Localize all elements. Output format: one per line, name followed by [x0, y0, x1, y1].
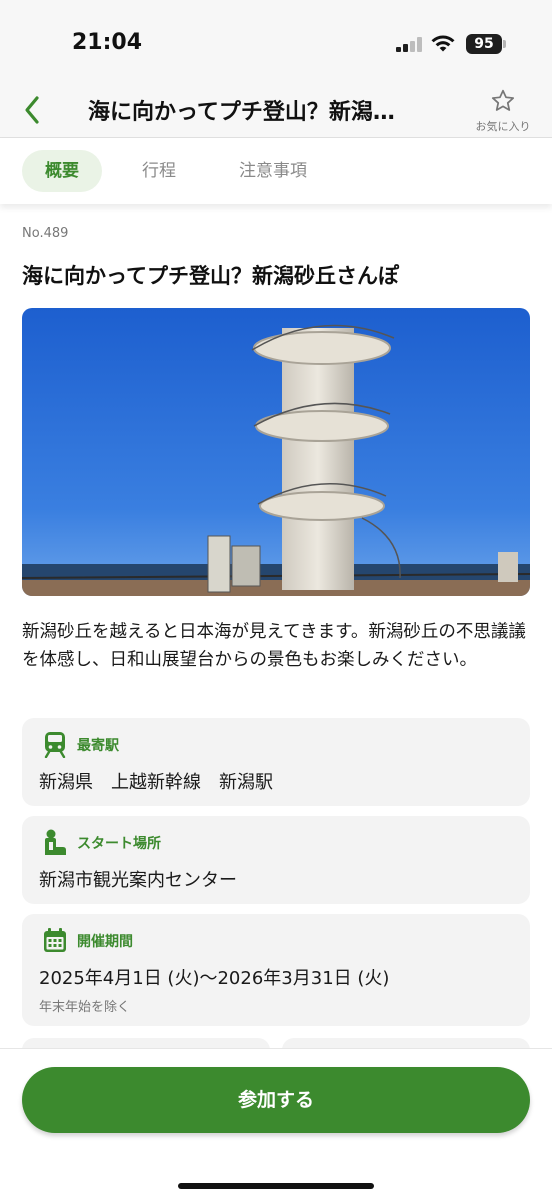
train-icon	[44, 732, 66, 758]
nearest-station-card: 最寄駅 新潟県 上越新幹線 新潟駅	[22, 718, 530, 806]
tab-notes[interactable]: 注意事項	[226, 150, 320, 192]
battery-indicator: 95	[466, 34, 502, 54]
event-period-card: 開催期間 2025年4月1日 (火)～2026年3月31日 (火) 年末年始を除…	[22, 914, 530, 1026]
battery-tip	[503, 40, 506, 48]
route-title: 海に向かってプチ登山？新潟砂丘さんぽ	[22, 264, 399, 288]
favorite-button[interactable]: お気に入り	[470, 88, 536, 134]
calendar-icon	[44, 928, 66, 952]
route-number: No.489	[22, 226, 69, 241]
status-time: 21:04	[72, 30, 143, 55]
walker-icon	[45, 829, 66, 855]
tab-bar: 概要 行程 注意事項	[0, 138, 552, 204]
bottom-action-bar: 参加する	[0, 1048, 552, 1200]
home-indicator	[178, 1183, 374, 1189]
start-label: スタート場所	[77, 836, 161, 852]
back-button[interactable]	[14, 90, 50, 130]
station-value: 新潟県 上越新幹線 新潟駅	[39, 772, 273, 793]
favorite-label: お気に入り	[475, 120, 531, 133]
cellular-signal-icon	[396, 36, 422, 52]
route-photo	[22, 308, 530, 596]
station-label: 最寄駅	[77, 738, 119, 754]
chevron-left-icon	[25, 96, 39, 124]
status-bar: 21:04 95	[0, 0, 552, 88]
start-value: 新潟市観光案内センター	[39, 870, 237, 891]
period-value: 2025年4月1日 (火)～2026年3月31日 (火)	[39, 968, 390, 989]
tab-overview[interactable]: 概要	[22, 150, 102, 192]
period-label: 開催期間	[77, 934, 133, 950]
join-button[interactable]: 参加する	[22, 1067, 530, 1133]
tab-itinerary[interactable]: 行程	[124, 150, 194, 192]
start-location-card: スタート場所 新潟市観光案内センター	[22, 816, 530, 904]
period-note: 年末年始を除く	[39, 1000, 131, 1015]
page-title: 海に向かってプチ登山？新潟…	[88, 100, 395, 125]
wifi-icon	[431, 35, 455, 52]
star-icon	[491, 89, 515, 111]
navigation-bar: 海に向かってプチ登山？新潟… お気に入り	[0, 88, 552, 138]
route-description: 新潟砂丘を越えると日本海が見えてきます。新潟砂丘の不思議議を体感し、日和山展望台…	[22, 622, 526, 670]
